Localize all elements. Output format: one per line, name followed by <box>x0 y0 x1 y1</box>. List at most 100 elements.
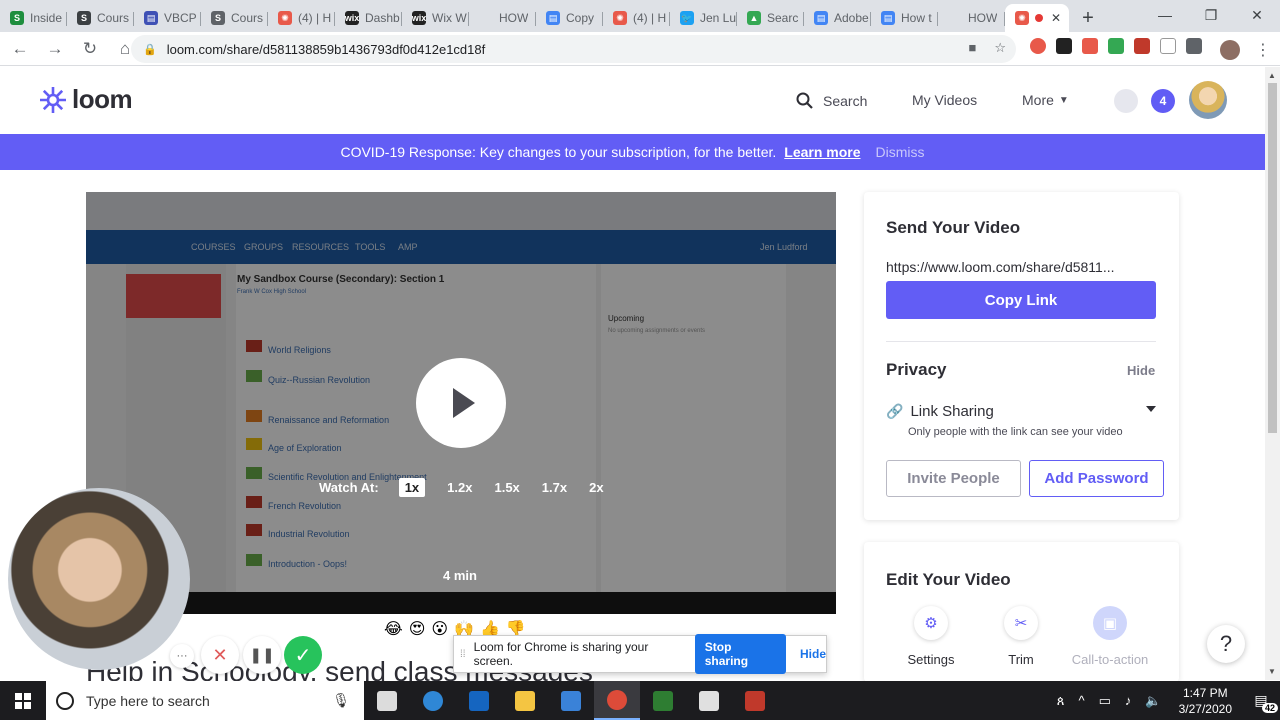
dismiss-button[interactable]: Dismiss <box>876 144 925 160</box>
speed-option-1x[interactable]: 1x <box>398 478 426 497</box>
browser-tab[interactable]: ✺ (4) | H <box>603 4 670 32</box>
taskbar-chrome-icon[interactable] <box>594 681 640 720</box>
add-password-button[interactable]: Add Password <box>1029 460 1164 497</box>
taskbar-photos-icon[interactable] <box>686 681 732 720</box>
speed-option-1.2x[interactable]: 1.2x <box>447 480 472 495</box>
browser-tab[interactable]: HOW <box>938 4 1005 32</box>
minimize-button[interactable]: — <box>1142 0 1188 30</box>
browser-tab[interactable]: ✺ (4) | H <box>268 4 335 32</box>
forward-button[interactable]: → <box>40 34 70 64</box>
extension-icon[interactable] <box>1056 38 1072 54</box>
taskbar-task-view-icon[interactable] <box>364 681 410 720</box>
chevron-up-icon[interactable]: ^ <box>1079 693 1085 708</box>
taskbar-snipping-icon[interactable] <box>732 681 778 720</box>
recording-limit-icon[interactable] <box>1114 89 1138 113</box>
trim-tool[interactable]: ✂ Trim <box>981 606 1061 667</box>
speed-option-1.5x[interactable]: 1.5x <box>494 480 519 495</box>
notification-count: 42 <box>1261 703 1278 713</box>
browser-tab[interactable]: 🐦 Jen Lu <box>670 4 737 32</box>
browser-menu-icon[interactable]: ⋮ <box>1255 40 1271 60</box>
settings-label: Settings <box>907 652 955 667</box>
close-window-button[interactable]: ✕ <box>1234 0 1280 30</box>
recorder-more-button[interactable]: ··· <box>170 644 194 668</box>
reaction-love[interactable]: 😍 <box>409 619 426 639</box>
privacy-hide-button[interactable]: Hide <box>1127 363 1155 378</box>
new-tab-button[interactable]: + <box>1073 4 1103 32</box>
help-button[interactable]: ? <box>1207 625 1245 663</box>
finish-recording-button[interactable]: ✓ <box>284 636 322 674</box>
media-icon[interactable] <box>1186 38 1202 54</box>
browser-tab[interactable]: ▤ Adobe <box>804 4 871 32</box>
volume-icon[interactable]: 🔈 <box>1145 693 1161 709</box>
back-button[interactable]: ← <box>5 34 35 64</box>
camera-icon[interactable]: ■ <box>968 40 976 56</box>
browser-tab[interactable]: ▤ How t <box>871 4 938 32</box>
learn-more-link[interactable]: Learn more <box>784 144 860 160</box>
notification-badge[interactable]: 4 <box>1151 89 1175 113</box>
chevron-down-icon[interactable] <box>1146 406 1156 412</box>
bookmark-star-icon[interactable]: ☆ <box>994 40 1006 56</box>
extension-icon[interactable] <box>1134 38 1150 54</box>
browser-tab[interactable]: HOW <box>469 4 536 32</box>
taskbar-edge-icon[interactable] <box>410 681 456 720</box>
taskbar-store-icon[interactable] <box>548 681 594 720</box>
loom-logo[interactable]: loom <box>38 84 133 115</box>
scrollbar-thumb[interactable] <box>1268 83 1277 433</box>
microphone-icon[interactable]: ♪ <box>1125 693 1132 708</box>
share-url[interactable]: https://www.loom.com/share/d5811... <box>886 259 1156 275</box>
play-button[interactable] <box>416 358 506 448</box>
people-icon[interactable]: ጰ <box>1057 693 1065 709</box>
my-videos-link[interactable]: My Videos <box>912 92 977 108</box>
reaction-laugh[interactable]: 😂 <box>384 619 403 639</box>
taskbar-search[interactable]: Type here to search 🎙 <box>46 681 364 720</box>
cancel-recording-button[interactable]: ✕ <box>201 636 239 674</box>
tab-favicon-icon <box>479 11 493 25</box>
browser-tab[interactable]: ▤ Copy <box>536 4 603 32</box>
hide-sharing-bar-button[interactable]: Hide <box>800 647 826 661</box>
clock[interactable]: 1:47 PM 3/27/2020 <box>1179 685 1232 717</box>
browser-tab[interactable]: S Inside <box>0 4 67 32</box>
maximize-button[interactable]: ❐ <box>1188 0 1234 30</box>
copy-link-button[interactable]: Copy Link <box>886 281 1156 319</box>
address-bar[interactable]: 🔒 loom.com/share/d581138859b1436793df0d4… <box>131 35 1016 63</box>
profile-avatar-icon[interactable] <box>1220 40 1240 60</box>
reload-button[interactable]: ↻ <box>75 34 105 64</box>
avatar[interactable] <box>1189 81 1227 119</box>
page-scrollbar[interactable]: ▲ ▼ <box>1265 67 1280 680</box>
speed-option-2x[interactable]: 2x <box>589 480 603 495</box>
more-menu[interactable]: More ▼ <box>1022 92 1069 108</box>
browser-tab[interactable]: wix Dashb <box>335 4 402 32</box>
browser-tab[interactable]: S Cours <box>67 4 134 32</box>
camera-bubble[interactable] <box>8 488 190 670</box>
pause-recording-button[interactable]: ❚❚ <box>243 636 281 674</box>
browser-tab[interactable]: S Cours <box>201 4 268 32</box>
loom-extension-icon[interactable] <box>1030 38 1046 54</box>
taskbar-app-green-icon[interactable] <box>640 681 686 720</box>
browser-tab[interactable]: ▲ Searc <box>737 4 804 32</box>
stop-sharing-button[interactable]: Stop sharing <box>694 634 786 674</box>
reaction-wow[interactable]: 😮 <box>431 619 448 639</box>
taskbar-file-explorer-icon[interactable] <box>502 681 548 720</box>
browser-tab[interactable]: ▤ VBCP <box>134 4 201 32</box>
video-player[interactable]: COURSES GROUPS RESOURCES TOOLS AMP Jen L… <box>86 192 836 614</box>
lock-icon: 🔒 <box>143 43 157 56</box>
drag-handle-icon[interactable]: ⁞⁞ <box>460 649 474 660</box>
settings-tool[interactable]: ⚙ Settings <box>891 606 971 667</box>
start-button[interactable] <box>0 681 46 720</box>
browser-tab-active[interactable]: ✺ ✕ <box>1005 4 1069 32</box>
extension-icon[interactable] <box>1160 38 1176 54</box>
taskbar-outlook-icon[interactable] <box>456 681 502 720</box>
action-center-button[interactable]: ▤ 42 <box>1242 692 1280 713</box>
network-icon[interactable]: ▭ <box>1099 693 1111 709</box>
speed-option-1.7x[interactable]: 1.7x <box>542 480 567 495</box>
browser-tab[interactable]: wix Wix W <box>402 4 469 32</box>
extension-icon[interactable] <box>1108 38 1124 54</box>
close-tab-icon[interactable]: ✕ <box>1051 11 1061 25</box>
link-sharing-dropdown[interactable]: 🔗 Link Sharing <box>886 403 994 420</box>
extension-icon[interactable] <box>1082 38 1098 54</box>
microphone-icon[interactable]: 🎙 <box>332 692 350 709</box>
invite-people-button[interactable]: Invite People <box>886 460 1021 497</box>
tab-favicon-icon: 🐦 <box>680 11 694 25</box>
search-link[interactable]: Search <box>796 92 867 110</box>
call-to-action-tool[interactable]: ▣ Call-to-action <box>1070 606 1150 667</box>
